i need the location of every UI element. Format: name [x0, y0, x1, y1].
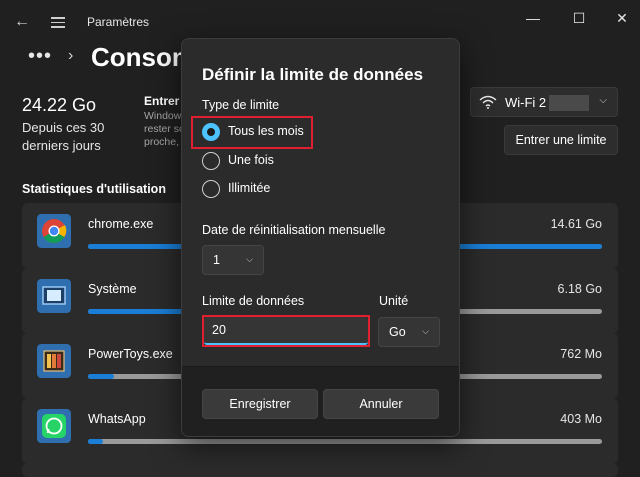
usage-bar-fill: [88, 374, 114, 379]
app-size: 6.18 Go: [557, 282, 602, 296]
minimize-button[interactable]: —: [518, 6, 548, 30]
radio-unchecked-icon: [202, 180, 220, 198]
network-select[interactable]: Wi-Fi 2 ⌵: [470, 87, 618, 117]
dialog-title: Définir la limite de données: [202, 65, 424, 84]
powertoys-icon: [37, 344, 71, 378]
chevron-down-icon: ⌵: [599, 95, 607, 106]
chevron-down-icon: ⌵: [246, 254, 253, 264]
app-name: Système: [88, 282, 137, 296]
list-item[interactable]: [22, 463, 618, 477]
system-icon: [37, 279, 71, 313]
unit-label: Unité: [379, 294, 409, 308]
highlight-box: [202, 315, 370, 347]
reset-day-value: 1: [213, 253, 220, 267]
window-title: Paramètres: [87, 15, 150, 29]
reset-day-select[interactable]: 1 ⌵: [202, 245, 264, 275]
data-limit-dialog: Définir la limite de données Type de lim…: [181, 38, 460, 437]
close-button[interactable]: ✕: [607, 6, 637, 30]
enter-limit-button[interactable]: Entrer une limite: [504, 125, 618, 155]
app-size: 14.61 Go: [550, 217, 602, 231]
app-name: PowerToys.exe: [88, 347, 173, 361]
app-size: 403 Mo: [560, 412, 602, 426]
app-name: chrome.exe: [88, 217, 154, 231]
whatsapp-icon: [37, 409, 71, 443]
data-limit-label: Limite de données: [202, 294, 305, 308]
usage-period: Depuis ces 30 derniers jours: [22, 120, 105, 153]
app-name: WhatsApp: [88, 412, 146, 426]
limit-type-label: Type de limite: [202, 98, 280, 112]
maximize-button[interactable]: ☐: [564, 6, 594, 30]
network-label: Wi-Fi 2: [505, 95, 547, 110]
back-arrow-icon[interactable]: ←: [10, 10, 34, 34]
unit-select[interactable]: Go ⌵: [378, 317, 440, 347]
app-size: 762 Mo: [560, 347, 602, 361]
usage-stats-heading: Statistiques d'utilisation: [22, 182, 166, 196]
radio-unchecked-icon: [202, 152, 220, 170]
usage-bar: [88, 439, 602, 444]
chrome-icon: [37, 214, 71, 248]
hamburger-menu-icon[interactable]: [46, 10, 70, 34]
usage-amount: 24.22 Go: [22, 95, 97, 115]
chevron-down-icon: ⌵: [422, 326, 429, 336]
redacted-block: [549, 95, 589, 111]
usage-bar-fill: [88, 439, 104, 444]
more-breadcrumb-button[interactable]: •••: [28, 45, 52, 68]
cancel-button[interactable]: Annuler: [323, 389, 439, 419]
chevron-right-icon: ›: [68, 47, 74, 64]
radio-label: Une fois: [228, 153, 274, 167]
dialog-footer: Enregistrer Annuler: [182, 366, 459, 436]
radio-label: Illimitée: [228, 181, 271, 195]
unit-value: Go: [389, 325, 406, 339]
save-button[interactable]: Enregistrer: [202, 389, 318, 419]
highlight-box: [191, 116, 313, 149]
reset-date-label: Date de réinitialisation mensuelle: [202, 223, 386, 237]
wifi-icon: [479, 95, 497, 109]
limit-heading: Entrer: [144, 94, 180, 108]
limit-description: Windows rester so proche,: [144, 110, 184, 148]
